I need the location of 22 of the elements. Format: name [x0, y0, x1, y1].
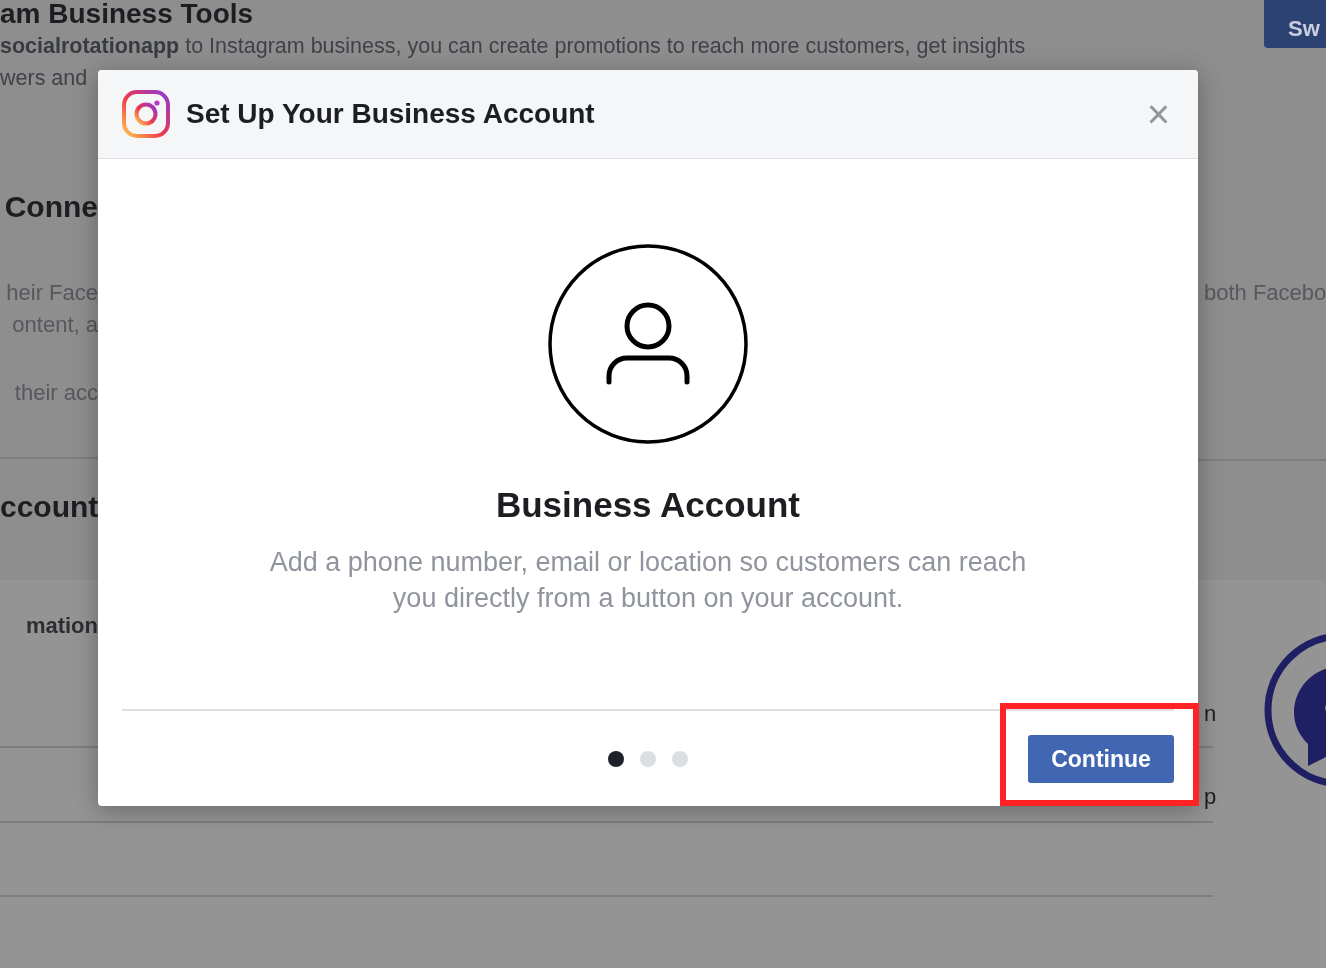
row-text: n	[1203, 700, 1218, 728]
camera-logo-icon	[122, 90, 170, 138]
body-text: their acc	[13, 379, 98, 407]
intro-text: wers and	[0, 65, 88, 92]
switch-button[interactable]: Sw	[1264, 0, 1326, 48]
person-icon	[548, 244, 748, 444]
page-heading: am Business Tools	[0, 0, 254, 29]
section-heading: ccount	[0, 489, 98, 525]
account-type-heading: Business Account	[494, 484, 801, 526]
step-dot[interactable]	[640, 750, 656, 767]
body-text: both Facebo	[1203, 279, 1326, 307]
field-label: mation	[24, 612, 98, 640]
close-button[interactable]: ×	[1142, 94, 1174, 134]
section-heading: Conne	[3, 189, 98, 225]
dialog-title: Set Up Your Business Account	[186, 97, 596, 131]
row-text: p	[1203, 783, 1218, 811]
description-text: Add a phone number, email or location so customers can reach you directly from a button on your account.	[268, 546, 1028, 615]
step-dot[interactable]	[672, 750, 688, 767]
continue-button[interactable]: Continue	[1028, 735, 1174, 783]
body-text: heir Face	[5, 279, 98, 307]
intro-text: socialrotationapp to Instagram business, you can create promotions to reach more customers, get insights	[0, 33, 1026, 60]
step-dot[interactable]	[608, 750, 624, 767]
